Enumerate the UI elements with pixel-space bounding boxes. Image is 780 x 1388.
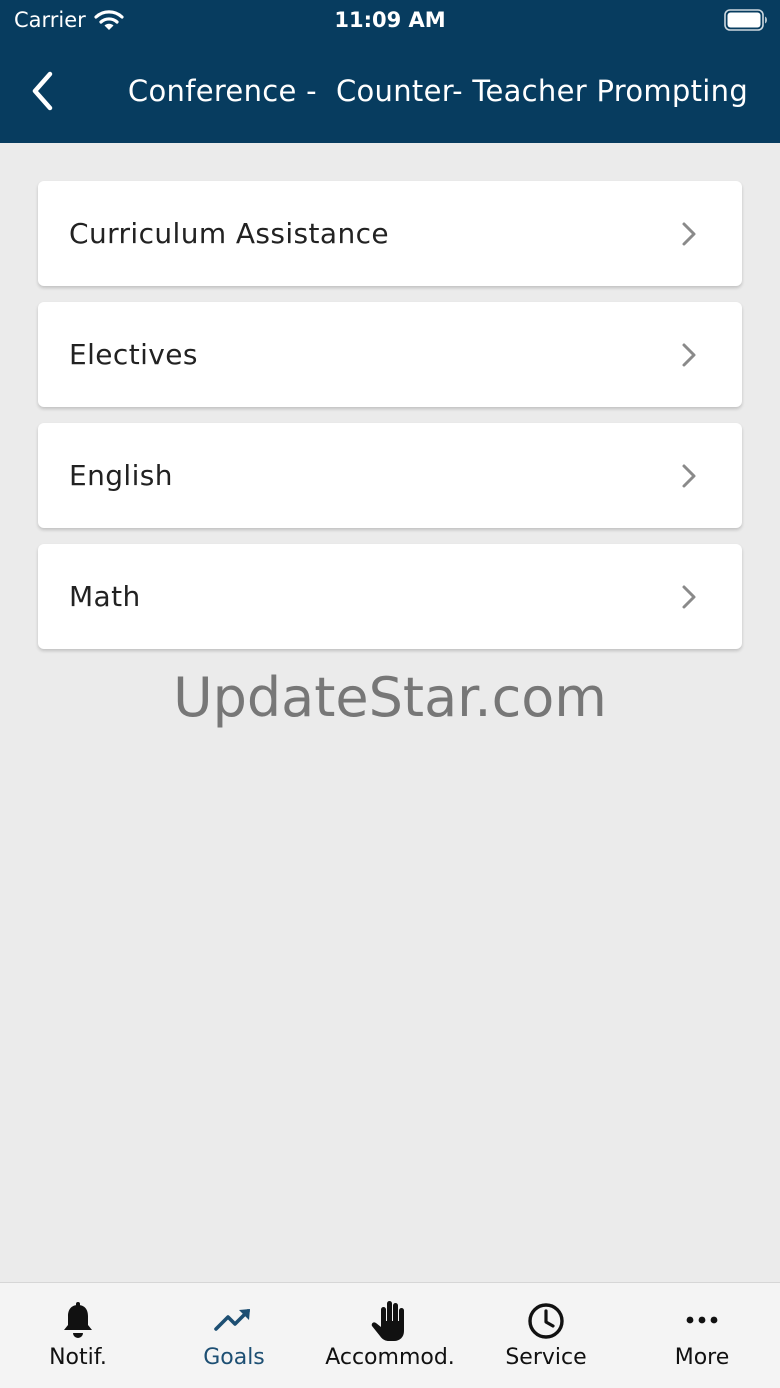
watermark: UpdateStar.com (173, 666, 607, 729)
page-title: Conference - Counter- Teacher Prompting (127, 74, 749, 108)
list-item-label: Electives (69, 338, 198, 371)
status-bar: Carrier 11:09 AM (0, 0, 780, 40)
tab-label: Notif. (49, 1345, 107, 1370)
clock-icon (528, 1303, 564, 1339)
more-dots-icon (686, 1316, 718, 1324)
chevron-right-icon (682, 464, 696, 488)
list-item-label: Math (69, 580, 141, 613)
chevron-right-icon (682, 343, 696, 367)
bell-icon (64, 1302, 92, 1338)
list-item-electives[interactable]: Electives (38, 302, 742, 407)
chevron-left-icon (32, 71, 53, 111)
category-list: Curriculum Assistance Electives English … (38, 181, 742, 665)
list-item-label: English (69, 459, 173, 492)
navigation-bar: Conference - Counter- Teacher Prompting (0, 48, 780, 138)
chevron-right-icon (682, 222, 696, 246)
chevron-right-icon (682, 585, 696, 609)
hand-icon (371, 1301, 404, 1341)
tab-bar: Notif. Goals Accommod. Service More (0, 1282, 780, 1388)
trending-up-icon (214, 1309, 250, 1331)
tab-notifications[interactable]: Notif. (0, 1283, 156, 1388)
status-time: 11:09 AM (334, 8, 446, 32)
list-item-english[interactable]: English (38, 423, 742, 528)
tab-accommodations[interactable]: Accommod. (312, 1283, 468, 1388)
tab-goals[interactable]: Goals (156, 1283, 312, 1388)
back-button[interactable] (20, 68, 64, 114)
tab-label: More (674, 1345, 730, 1370)
list-item-label: Curriculum Assistance (69, 217, 390, 250)
tab-label: Goals (203, 1345, 265, 1370)
tab-label: Accommod. (325, 1345, 455, 1370)
tab-label: Service (505, 1345, 587, 1370)
list-item-math[interactable]: Math (38, 544, 742, 649)
tab-more[interactable]: More (624, 1283, 780, 1388)
list-item-curriculum-assistance[interactable]: Curriculum Assistance (38, 181, 742, 286)
battery-icon (724, 9, 768, 31)
app-header: Carrier 11:09 AM Conference - Counter- T… (0, 0, 780, 143)
tab-service[interactable]: Service (468, 1283, 624, 1388)
